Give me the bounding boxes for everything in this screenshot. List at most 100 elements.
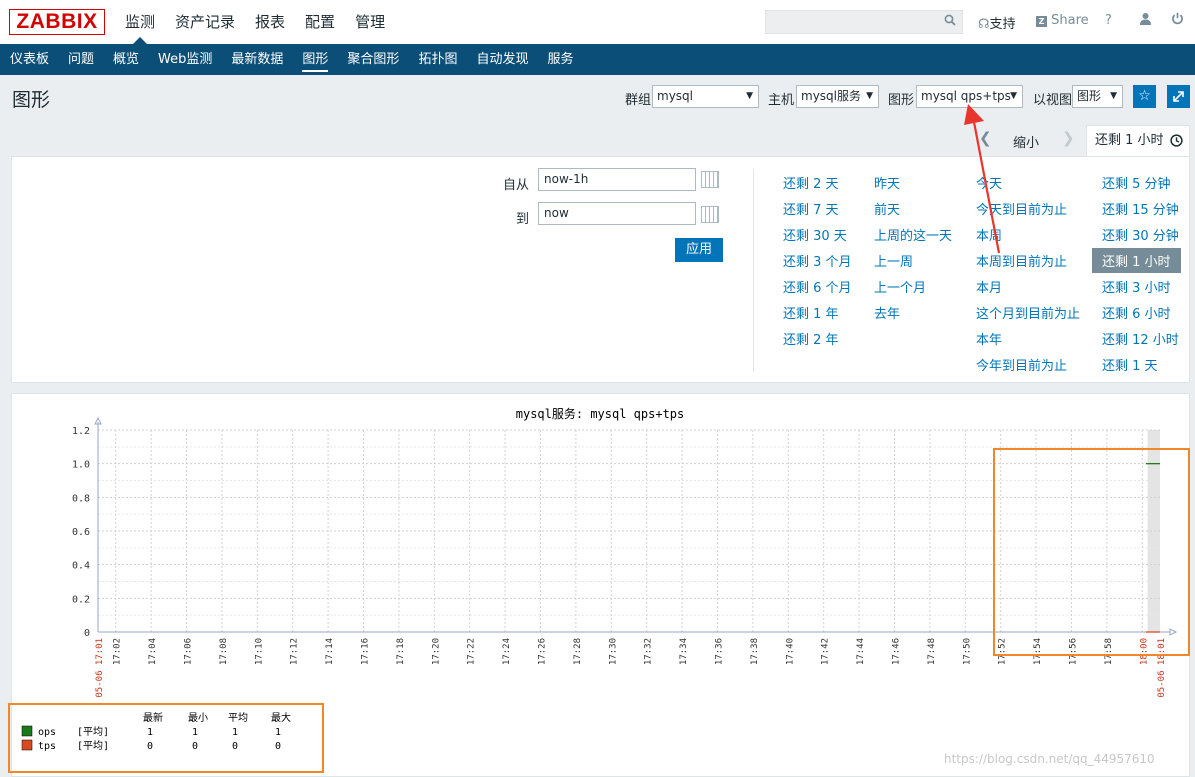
quick-range-link[interactable]: 前天: [874, 199, 900, 218]
from-input[interactable]: now-1h: [538, 168, 696, 191]
quick-range-link[interactable]: 本周到目前为止: [976, 251, 1067, 270]
chart-title: mysql服务: mysql qps+tps: [516, 406, 685, 421]
help-icon[interactable]: ?: [1105, 13, 1112, 28]
quick-range-link[interactable]: 还剩 1 天: [1102, 355, 1158, 374]
quick-range-link[interactable]: 还剩 30 天: [783, 225, 847, 244]
quick-range-link[interactable]: 上一个月: [874, 277, 926, 296]
quick-range-link[interactable]: 昨天: [874, 173, 900, 192]
highlight-box: [993, 448, 1190, 656]
to-input[interactable]: now: [538, 202, 696, 225]
x-tick-label: 17:44: [856, 638, 866, 665]
global-search-input[interactable]: [765, 10, 963, 34]
quick-range-link[interactable]: 还剩 15 分钟: [1102, 199, 1179, 218]
main-nav: 监测 资产记录 报表 配置 管理: [125, 0, 405, 44]
dropdown-arrow-icon: ▼: [1110, 91, 1117, 101]
quick-range-link[interactable]: 还剩 12 小时: [1102, 329, 1179, 348]
calendar-icon[interactable]: [701, 206, 719, 223]
quick-range-selected[interactable]: 还剩 1 小时: [1092, 248, 1181, 273]
power-icon[interactable]: [1171, 12, 1184, 29]
nav-configuration[interactable]: 配置: [305, 0, 335, 44]
nav-reports[interactable]: 报表: [255, 0, 285, 44]
chevron-right-icon[interactable]: ❯: [1062, 129, 1075, 147]
group-select[interactable]: mysql ▼: [652, 85, 759, 108]
quick-range-link[interactable]: 还剩 6 个月: [783, 277, 852, 296]
apply-button[interactable]: 应用: [675, 238, 723, 262]
quick-range-link[interactable]: 这个月到目前为止: [976, 303, 1080, 322]
user-icon[interactable]: [1139, 12, 1152, 29]
zabbix-logo[interactable]: ZABBIX: [9, 9, 105, 35]
subnav-latest-data[interactable]: 最新数据: [221, 44, 292, 75]
dropdown-arrow-icon: ▼: [866, 91, 873, 101]
graph-select[interactable]: mysql qps+tps ▼: [916, 85, 1023, 108]
x-tick-label: 17:36: [715, 638, 725, 665]
subnav-problems[interactable]: 问题: [58, 44, 103, 75]
quick-range-link[interactable]: 还剩 3 小时: [1102, 277, 1171, 296]
view-select[interactable]: 图形 ▼: [1072, 85, 1123, 108]
quick-range-link[interactable]: 今天: [976, 173, 1002, 192]
host-select[interactable]: mysql服务 ▼: [796, 85, 879, 108]
calendar-icon[interactable]: [701, 171, 719, 188]
nav-administration[interactable]: 管理: [355, 0, 385, 44]
quick-range-link[interactable]: 还剩 5 分钟: [1102, 173, 1171, 192]
share-link[interactable]: Z Share: [1036, 13, 1089, 28]
quick-range-link[interactable]: 本年: [976, 329, 1002, 348]
subnav-graphs[interactable]: 图形: [292, 44, 337, 75]
x-tick-label: 17:32: [644, 638, 654, 665]
x-tick-label: 17:22: [467, 638, 477, 665]
zoom-out-button[interactable]: 缩小: [1013, 132, 1039, 151]
search-icon[interactable]: [944, 14, 956, 30]
nav-inventory[interactable]: 资产记录: [175, 0, 235, 44]
top-bar: ZABBIX 监测 资产记录 报表 配置 管理 ☊支持 Z Share ?: [0, 0, 1195, 44]
quick-range-link[interactable]: 今天到目前为止: [976, 199, 1067, 218]
favorite-button[interactable]: ☆: [1133, 85, 1156, 108]
host-label: 主机: [768, 93, 795, 108]
star-icon: ☆: [1138, 88, 1151, 104]
time-filter-panel: 自从 now-1h 到 now 应用 还剩 2 天 还剩 7 天 还剩 30 天…: [11, 156, 1190, 383]
subnav-dashboard[interactable]: 仪表板: [0, 44, 58, 75]
y-tick-label: 0.8: [72, 493, 90, 504]
quick-range-link[interactable]: 本月: [976, 277, 1002, 296]
fullscreen-icon: [1172, 91, 1185, 107]
y-tick-label: 0: [84, 628, 90, 639]
subnav-maps[interactable]: 拓扑图: [408, 44, 466, 75]
subnav-services[interactable]: 服务: [537, 44, 582, 75]
quick-range-link[interactable]: 还剩 1 年: [783, 303, 839, 322]
quick-range-link[interactable]: 还剩 2 天: [783, 173, 839, 192]
divider: [753, 169, 754, 372]
x-tick-label: 17:26: [538, 638, 548, 665]
to-label: 到: [516, 212, 530, 227]
subnav-overview[interactable]: 概览: [103, 44, 148, 75]
quick-range-link[interactable]: 今年到目前为止: [976, 355, 1067, 374]
quick-range-link[interactable]: 上周的这一天: [874, 225, 952, 244]
subnav-screens[interactable]: 聚合图形: [337, 44, 408, 75]
quick-range-link[interactable]: 还剩 6 小时: [1102, 303, 1171, 322]
quick-range-link[interactable]: 上一周: [874, 251, 913, 270]
time-range-tab[interactable]: 还剩 1 小时: [1086, 125, 1190, 156]
fullscreen-button[interactable]: [1167, 85, 1190, 108]
subnav-discovery[interactable]: 自动发现: [466, 44, 537, 75]
quick-range-link[interactable]: 还剩 3 个月: [783, 251, 852, 270]
page-header: 图形 群组 mysql ▼ 主机 mysql服务 ▼ 图形 mysql qps+tp…: [0, 75, 1195, 120]
subnav-web[interactable]: Web监测: [148, 44, 221, 75]
x-tick-label: 17:38: [750, 638, 760, 665]
quick-range-link[interactable]: 还剩 2 年: [783, 329, 839, 348]
support-link[interactable]: ☊支持: [978, 13, 1016, 32]
quick-range-link[interactable]: 去年: [874, 303, 900, 322]
dropdown-arrow-icon: ▼: [1010, 91, 1017, 101]
x-tick-label: 17:28: [573, 638, 583, 665]
quick-range-link[interactable]: 本周: [976, 225, 1002, 244]
x-tick-label: 17:24: [502, 638, 512, 665]
x-tick-label: 17:12: [290, 638, 300, 665]
x-tick-label: 17:10: [254, 638, 264, 665]
x-tick-label: 17:06: [184, 638, 194, 665]
x-tick-label: 17:42: [821, 638, 831, 665]
quick-range-link[interactable]: 还剩 7 天: [783, 199, 839, 218]
graph-label: 图形: [888, 93, 915, 108]
headset-icon: ☊: [978, 17, 990, 32]
quick-range-link[interactable]: 还剩 30 分钟: [1102, 225, 1179, 244]
highlight-box: [8, 703, 324, 773]
clock-icon: [1170, 126, 1183, 159]
nav-monitoring[interactable]: 监测: [125, 0, 155, 44]
x-tick-label: 17:04: [148, 638, 158, 665]
chevron-left-icon[interactable]: ❮: [979, 129, 992, 147]
